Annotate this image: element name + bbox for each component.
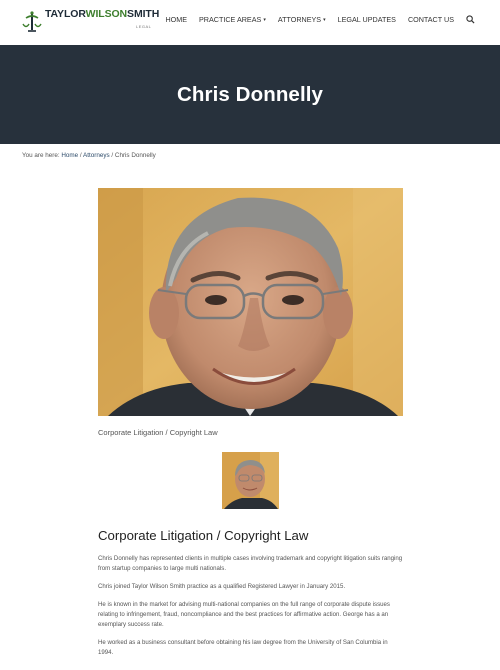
photo-caption: Corporate Litigation / Copyright Law [98,428,218,437]
logo-wordmark: TAYLORWILSONSMITH [45,8,159,21]
nav-practice-areas[interactable]: PRACTICE AREAS ▾ [199,15,266,24]
logo-name-part2: WILSON [85,8,128,20]
profile-paragraph: Chris joined Taylor Wilson Smith practic… [98,583,346,590]
chevron-down-icon: ▾ [323,16,326,23]
breadcrumb-prefix: You are here: [22,152,62,159]
page-hero: Chris Donnelly [0,45,500,144]
nav-home[interactable]: HOME [165,15,187,24]
nav-attorneys[interactable]: ATTORNEYS ▾ [278,15,326,24]
search-icon[interactable] [466,15,475,24]
profile-paragraph: He is known in the market for advising m… [98,601,390,628]
logo-name-part1: TAYLOR [45,8,86,20]
nav-attorneys-label: ATTORNEYS [277,15,322,24]
logo[interactable]: TAYLORWILSONSMITH LEGAL [22,8,159,36]
breadcrumb-current: Chris Donnelly [114,152,156,159]
attorney-thumbnail-photo[interactable] [222,452,279,509]
page-title: Chris Donnelly [176,82,324,106]
main-nav: HOME PRACTICE AREAS ▾ ATTORNEYS ▾ LEGAL UP… [153,15,475,24]
chevron-down-icon: ▾ [263,16,266,23]
nav-legal-updates[interactable]: LEGAL UPDATES [338,15,396,24]
profile-heading: Corporate Litigation / Copyright Law [98,528,309,543]
logo-tagline: LEGAL [136,24,152,29]
nav-practice-areas-label: PRACTICE AREAS [199,15,262,24]
nav-contact-us-label: CONTACT US [407,15,454,24]
nav-contact-us[interactable]: CONTACT US [408,15,454,24]
scales-of-justice-icon [22,11,42,32]
profile-paragraph: Chris Donnelly has represented clients i… [98,555,403,572]
attorney-portrait-photo [98,188,403,416]
nav-legal-updates-label: LEGAL UPDATES [337,15,396,24]
profile-content: Corporate Litigation / Copyright Law Chr… [98,528,404,666]
nav-home-label: HOME [165,15,187,24]
site-header: TAYLORWILSONSMITH LEGAL HOME PRACTICE AR… [0,0,500,45]
breadcrumb: You are here: Home / Attorneys / Chris D… [22,152,156,159]
breadcrumb-home-link[interactable]: Home [61,152,78,159]
breadcrumb-attorneys-link[interactable]: Attorneys [83,152,110,159]
profile-paragraph: He worked as a business consultant befor… [98,639,388,656]
